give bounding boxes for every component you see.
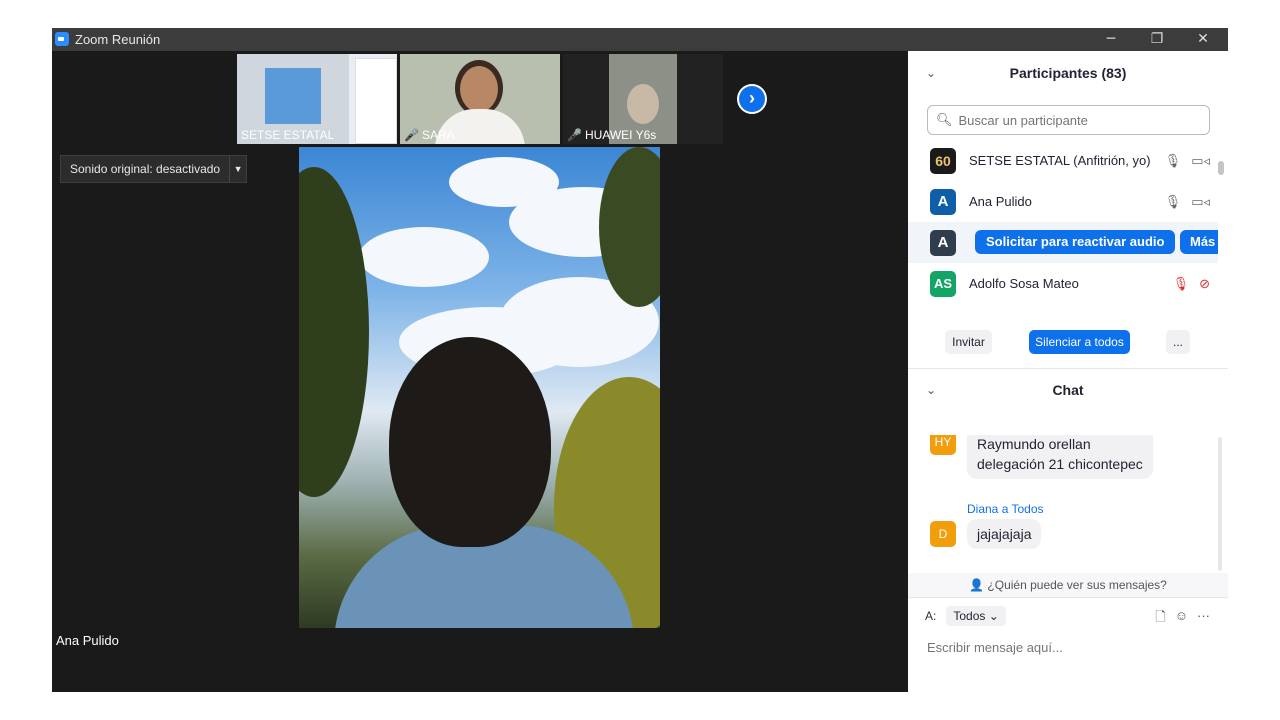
camera-off-icon[interactable]: ⊘ [1199,276,1210,292]
close-button[interactable]: ✕ [1180,28,1226,51]
thumbnail-huawei[interactable]: 🎤 HUAWEI Y6s [563,54,723,144]
emoji-icon[interactable]: ☺ [1175,608,1188,630]
title-bar: Zoom Reunión ─ ❐ ✕ [52,28,1228,51]
user-lock-icon: 👤 [969,578,985,592]
recipient-select[interactable]: Todos ⌄ [946,606,1006,626]
to-label: A: [925,609,937,623]
next-page-button[interactable]: › [737,84,767,114]
chat-message: jajajajaja [967,519,1042,549]
avatar: AS [930,270,956,297]
who-sees-label: ¿Quién puede ver sus mensajes? [987,578,1167,592]
participant-name: Adolfo Sosa Mateo [969,276,1079,291]
chevron-down-icon[interactable]: ▼ [229,156,246,182]
ask-unmute-button[interactable]: Solicitar para reactivar audio [975,230,1176,254]
more-button[interactable]: Más [1180,230,1218,254]
active-speaker-video [299,147,660,628]
search-input[interactable] [956,111,1201,129]
recipient-row: A: Todos ⌄ [925,606,1006,626]
participant-scrollbar[interactable] [1218,161,1224,311]
side-panel: ⌄ Participantes (83) 🔍︎ 60 SETSE ESTATAL… [908,51,1228,692]
divider [908,368,1228,369]
restore-button[interactable]: ❐ [1134,28,1180,51]
camera-icon[interactable]: ▭◃ [1191,153,1210,169]
participant-row[interactable]: AS Adolfo Sosa Mateo 🎙︎ ⊘ [908,263,1218,304]
chat-scrollbar[interactable] [1218,437,1222,571]
muted-mic-icon: 🎤 [567,128,582,142]
participant-row[interactable]: A Ana Pulido 🎙︎ ▭◃ [908,181,1218,222]
chat-tools: 🗋 ☺ ··· [1155,608,1210,630]
thumbnail-name: 🎤 SARA [404,128,455,142]
message-sender: Diana a Todos [967,502,1044,516]
avatar: A [930,229,956,256]
avatar: 60 [930,147,956,174]
thumbnail-setse[interactable]: SETSE ESTATAL [237,54,397,144]
participant-name: SETSE ESTATAL (Anfitrión, yo) [969,153,1151,168]
video-area: SETSE ESTATAL 🎤 SARA 🎤 HUAWEI Y6s › Sonido… [52,51,908,692]
avatar [930,311,956,312]
muted-mic-icon: 🎤 [404,128,419,142]
thumbnail-name: 🎤 HUAWEI Y6s [567,128,657,142]
file-icon[interactable]: 🗋 [1155,608,1165,630]
zoom-window: Zoom Reunión ─ ❐ ✕ SETSE ESTATAL 🎤 SARA 🎤… [52,28,1228,692]
more-icon[interactable]: ··· [1197,608,1210,630]
message-text: delegación 21 chicontepec [977,456,1143,472]
avatar: D [930,521,956,547]
who-can-see-messages[interactable]: 👤 ¿Quién puede ver sus mensajes? [908,573,1228,597]
mic-icon[interactable]: 🎙︎ [1165,153,1182,169]
muted-mic-icon[interactable]: 🎙︎ [1173,276,1190,292]
original-sound-label: Sonido original: desactivado [70,162,221,176]
window-title: Zoom Reunión [75,32,161,47]
chevron-down-icon[interactable]: ⌄ [926,370,936,410]
more-options-button[interactable]: ... [1166,330,1190,354]
avatar: HY [930,435,956,455]
message-text: Raymundo orellan [977,436,1091,452]
minimize-button[interactable]: ─ [1088,28,1134,51]
camera-icon[interactable]: ▭◃ [1191,194,1210,210]
participant-name: Ana Pulido [969,194,1032,209]
zoom-logo-icon [55,32,69,46]
participant-list: 60 SETSE ESTATAL (Anfitrión, yo) 🎙︎ ▭◃ A … [908,140,1218,312]
divider [908,597,1228,598]
chat-message: Raymundo orellan delegación 21 chicontep… [967,435,1153,479]
speaker-face [389,337,551,547]
chat-messages: HY Raymundo orellan delegación 21 chicon… [908,435,1220,571]
chevron-down-icon[interactable]: ⌄ [926,53,936,93]
participants-title: Participantes (83) [1009,65,1127,81]
participant-row[interactable]: A Solicitar para reactivar audio Más [908,222,1218,263]
chevron-right-icon: › [739,86,765,112]
invite-button[interactable]: Invitar [945,330,992,354]
mic-icon[interactable]: 🎙︎ [1165,194,1182,210]
chat-input[interactable] [925,639,1219,656]
original-sound-button[interactable]: Sonido original: desactivado ▼ [60,155,248,183]
chat-title: Chat [1052,382,1084,398]
participant-search[interactable]: 🔍︎ [927,105,1210,135]
search-icon: 🔍︎ [936,112,953,127]
participant-row[interactable]: 60 SETSE ESTATAL (Anfitrión, yo) 🎙︎ ▭◃ [908,140,1218,181]
thumbnail-sara[interactable]: 🎤 SARA [400,54,560,144]
chat-header: ⌄ Chat [908,370,1228,410]
avatar: A [930,188,956,215]
participant-row[interactable] [908,304,1218,312]
mute-all-button[interactable]: Silenciar a todos [1029,330,1130,354]
thumbnail-name: SETSE ESTATAL [241,128,335,142]
speaker-name-label: Ana Pulido [52,631,123,650]
recipient-value: Todos [953,609,986,623]
participants-header: ⌄ Participantes (83) [908,53,1228,93]
